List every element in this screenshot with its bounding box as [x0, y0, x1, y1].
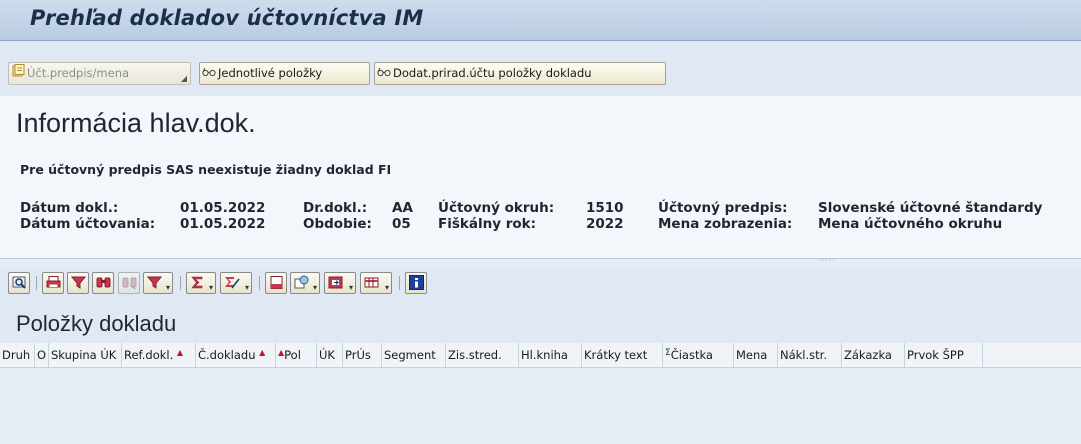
column-header[interactable]: Segment	[382, 343, 446, 367]
column-header[interactable]: Ref.dokl. ▲	[122, 343, 196, 367]
header-title: Informácia hlav.dok.	[16, 108, 256, 138]
column-header[interactable]: ÚK	[317, 343, 343, 367]
layout-button[interactable]: ▾	[360, 272, 392, 294]
ledger-icon	[11, 63, 25, 84]
filter-button[interactable]	[67, 272, 89, 294]
ledger-currency-label: Účt.predpis/mena	[27, 66, 130, 80]
window-title: Prehľad dokladov účtovníctva IM	[30, 6, 424, 30]
currency-label: Mena zobrazenia:	[658, 216, 793, 232]
column-header[interactable]: O	[35, 343, 49, 367]
chevron-down-icon: ▾	[244, 283, 249, 292]
chevron-down-icon: ▾	[312, 283, 317, 292]
column-label: Zákazka	[844, 348, 892, 362]
column-label: Čiastka	[670, 348, 713, 362]
currency-value: Mena účtovného okruhu	[818, 216, 1003, 232]
column-header-row: Druh O Skupina ÚK Ref.dokl. ▲ Č.dokladu …	[0, 343, 1081, 368]
info-button[interactable]	[405, 272, 427, 294]
print-preview-button[interactable]	[265, 272, 287, 294]
column-label: Mena	[736, 348, 768, 362]
sum-icon: Σ	[665, 348, 671, 358]
company-code-value: 1510	[586, 200, 624, 216]
period-value: 05	[392, 216, 411, 232]
filter-dropdown-button[interactable]: ▾	[143, 272, 173, 294]
find-next-button[interactable]	[118, 272, 140, 294]
posting-date-value: 01.05.2022	[180, 216, 266, 232]
sort-ascending-icon: ▲	[176, 348, 184, 357]
spreadsheet-button[interactable]: ▾	[324, 272, 356, 294]
column-label: Krátky text	[584, 348, 648, 362]
chevron-down-icon: ▾	[208, 283, 213, 292]
column-label: Druh	[2, 348, 31, 362]
additional-assignment-button[interactable]: Dodat.prirad.účtu položky dokladu	[374, 62, 666, 85]
ledger-label: Účtovný predpis:	[658, 200, 788, 216]
column-label: Hl.kniha	[521, 348, 568, 362]
column-label: Skupina ÚK	[51, 348, 117, 362]
column-label: Č.dokladu	[198, 348, 256, 362]
find-button[interactable]	[92, 272, 114, 294]
ledger-value: Slovenské účtovné štandardy	[818, 200, 1043, 216]
separator	[36, 276, 37, 290]
column-label: Pol	[284, 348, 301, 362]
document-items-grid: Druh O Skupina ÚK Ref.dokl. ▲ Č.dokladu …	[0, 343, 1081, 444]
title-bar: Prehľad dokladov účtovníctva IM	[0, 0, 1081, 41]
grip-dots-icon: ·····	[818, 256, 836, 265]
period-label: Obdobie:	[303, 216, 372, 232]
column-header[interactable]: Druh	[0, 343, 35, 367]
sort-ascending-icon: ▲	[278, 348, 285, 357]
single-items-label: Jednotlivé položky	[218, 66, 323, 80]
column-label: Ref.dokl.	[124, 348, 174, 362]
column-label: ÚK	[319, 348, 335, 362]
grid-toolbar: ▾ ▾ ▾ ▾ ▾ ▾	[0, 267, 1081, 299]
chevron-down-icon: ▾	[165, 283, 170, 292]
details-button[interactable]	[8, 272, 30, 294]
chevron-down-icon: ◢	[180, 74, 187, 83]
doc-type-value: AA	[392, 200, 413, 216]
separator	[259, 276, 260, 290]
doc-date-value: 01.05.2022	[180, 200, 266, 216]
column-label: Segment	[384, 348, 436, 362]
document-header: Informácia hlav.dok. Pre účtovný predpis…	[0, 96, 1081, 258]
column-label: O	[37, 348, 47, 362]
ledger-currency-button[interactable]: Účt.predpis/mena ◢	[8, 62, 191, 85]
column-header[interactable]: Hl.kniha	[519, 343, 582, 367]
sort-ascending-icon: ▲	[259, 348, 266, 357]
fiscal-year-label: Fiškálny rok:	[438, 216, 537, 232]
chevron-down-icon: ▾	[384, 283, 389, 292]
column-header[interactable]: Skupina ÚK	[49, 343, 122, 367]
glasses-icon	[377, 63, 391, 84]
doc-type-label: Dr.dokl.:	[303, 200, 368, 216]
print-button[interactable]	[42, 272, 64, 294]
column-header[interactable]: Zákazka	[842, 343, 905, 367]
column-header[interactable]: Č.dokladu ▲	[196, 343, 276, 367]
additional-assignment-label: Dodat.prirad.účtu položky dokladu	[393, 66, 592, 80]
column-label: Nákl.str.	[780, 348, 827, 362]
column-header[interactable]: Krátky text	[582, 343, 663, 367]
column-header[interactable]: Zis.stred.	[446, 343, 519, 367]
column-label: PrÚs	[345, 348, 371, 362]
column-header[interactable]: Mena	[734, 343, 778, 367]
subtotal-button[interactable]: ▾	[220, 272, 252, 294]
export-button[interactable]: ▾	[290, 272, 320, 294]
separator	[399, 276, 400, 290]
application-toolbar: Účt.predpis/mena ◢ Jednotlivé položky Do…	[0, 41, 1081, 93]
single-items-button[interactable]: Jednotlivé položky	[199, 62, 370, 85]
column-label: Prvok ŠPP	[907, 348, 964, 362]
company-code-label: Účtovný okruh:	[438, 200, 555, 216]
posting-date-label: Dátum účtovania:	[20, 216, 156, 232]
grid-title: Položky dokladu	[16, 311, 177, 336]
column-header[interactable]: ▲Pol	[276, 343, 317, 367]
column-label: Zis.stred.	[448, 348, 502, 362]
sum-button[interactable]: ▾	[186, 272, 216, 294]
column-header[interactable]: PrÚs	[343, 343, 382, 367]
column-header[interactable]: Nákl.str.	[778, 343, 842, 367]
chevron-down-icon: ▾	[348, 283, 353, 292]
glasses-icon	[202, 63, 216, 84]
column-header[interactable]: ΣČiastka	[663, 343, 734, 367]
column-header[interactable]: Prvok ŠPP	[905, 343, 983, 367]
separator	[180, 276, 181, 290]
info-message: Pre účtovný predpis SAS neexistuje žiadn…	[20, 162, 392, 177]
doc-date-label: Dátum dokl.:	[20, 200, 119, 216]
fiscal-year-value: 2022	[586, 216, 624, 232]
